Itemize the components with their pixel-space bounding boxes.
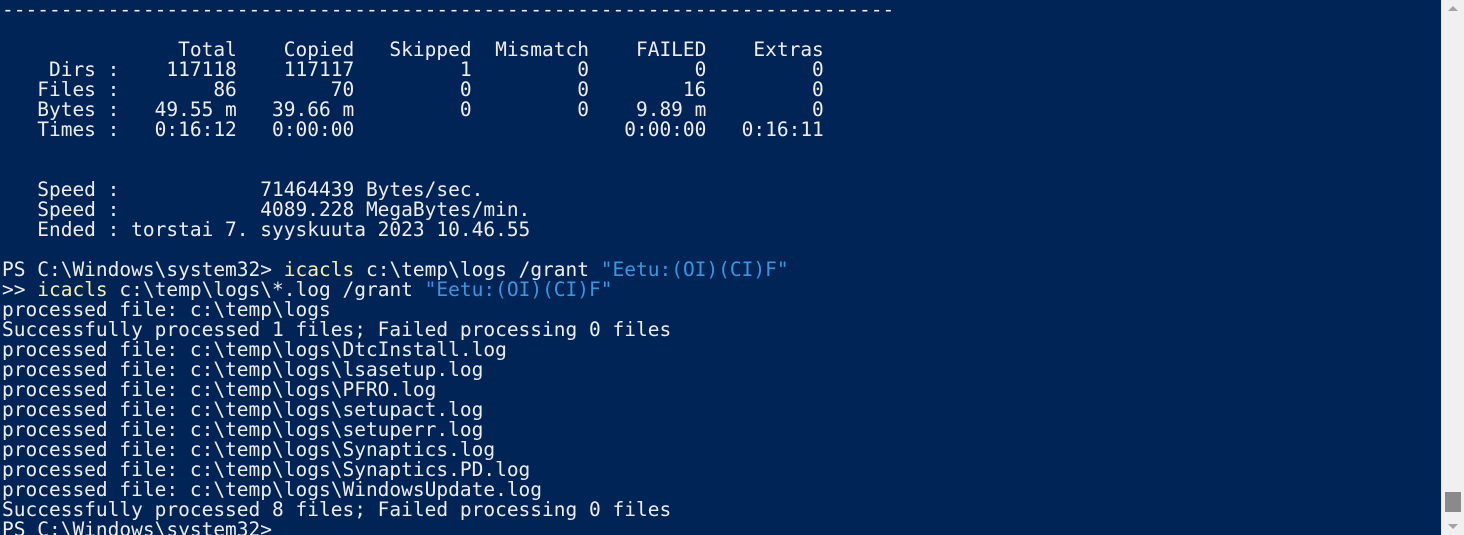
scroll-up-button[interactable] <box>1442 0 1464 17</box>
chevron-up-icon <box>1448 6 1458 11</box>
console-line: Speed : 4089.228 MegaBytes/min. <box>2 200 894 220</box>
console-segment-str: "Eetu:(OI)(CI)F" <box>424 278 613 301</box>
console-segment-ps: Ended : torstai 7. syyskuuta 2023 10.46.… <box>2 218 531 241</box>
console-line: >> icacls c:\temp\logs\*.log /grant "Eet… <box>2 280 894 300</box>
console-line: processed file: c:\temp\logs\DtcInstall.… <box>2 340 894 360</box>
console-line: processed file: c:\temp\logs\WindowsUpda… <box>2 480 894 500</box>
console-line: PS C:\Windows\system32> <box>2 520 894 535</box>
console-line: processed file: c:\temp\logs\lsasetup.lo… <box>2 360 894 380</box>
console-segment-ps: Times : 0:16:12 0:00:00 0:00:00 0:16:11 <box>2 118 824 141</box>
console-line: Successfully processed 8 files; Failed p… <box>2 500 894 520</box>
console-line: Dirs : 117118 117117 1 0 0 0 <box>2 60 894 80</box>
console-line: Total Copied Skipped Mismatch FAILED Ext… <box>2 40 894 60</box>
chevron-down-icon <box>1448 524 1458 529</box>
scroll-down-button[interactable] <box>1442 518 1464 535</box>
console-line: Ended : torstai 7. syyskuuta 2023 10.46.… <box>2 220 894 240</box>
scrollbar-thumb[interactable] <box>1445 492 1461 512</box>
console-line: processed file: c:\temp\logs\PFRO.log <box>2 380 894 400</box>
console-line: Times : 0:16:12 0:00:00 0:00:00 0:16:11 <box>2 120 894 140</box>
console-line: Speed : 71464439 Bytes/sec. <box>2 180 894 200</box>
console-line: processed file: c:\temp\logs <box>2 300 894 320</box>
console-output-area[interactable]: ----------------------------------------… <box>0 0 1441 535</box>
console-line: Successfully processed 1 files; Failed p… <box>2 320 894 340</box>
vertical-scrollbar[interactable] <box>1441 0 1464 535</box>
console-line: processed file: c:\temp\logs\Synaptics.l… <box>2 440 894 460</box>
console-line: PS C:\Windows\system32> icacls c:\temp\l… <box>2 260 894 280</box>
console-text: ----------------------------------------… <box>2 0 894 535</box>
console-line: processed file: c:\temp\logs\setuperr.lo… <box>2 420 894 440</box>
console-segment-ps: PS C:\Windows\system32> <box>2 518 284 535</box>
console-segment-ps: ----------------------------------------… <box>2 0 895 21</box>
console-line: processed file: c:\temp\logs\Synaptics.P… <box>2 460 894 480</box>
console-line: Bytes : 49.55 m 39.66 m 0 0 9.89 m 0 <box>2 100 894 120</box>
console-line: ----------------------------------------… <box>2 0 894 20</box>
console-line: Files : 86 70 0 0 16 0 <box>2 80 894 100</box>
console-line: processed file: c:\temp\logs\setupact.lo… <box>2 400 894 420</box>
console-segment-str: "Eetu:(OI)(CI)F" <box>600 258 789 281</box>
